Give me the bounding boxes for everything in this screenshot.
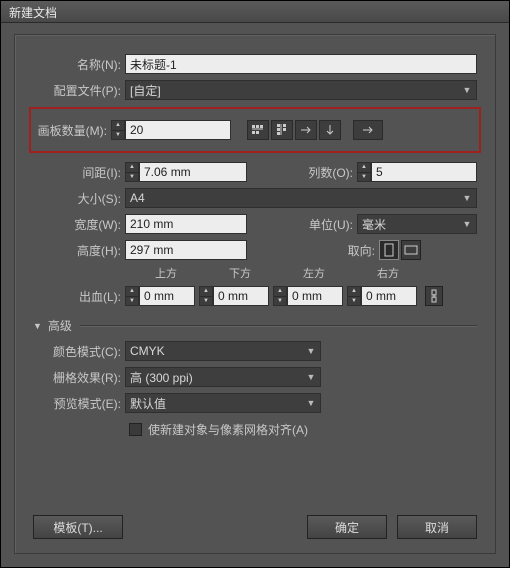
align-label: 使新建对象与像素网格对齐(A) bbox=[148, 421, 312, 438]
disclosure-triangle-icon[interactable]: ▼ bbox=[33, 321, 42, 331]
spacing-input[interactable] bbox=[139, 162, 247, 182]
spacing-spinner[interactable]: ▲▼ bbox=[125, 162, 139, 182]
colormode-value: CMYK bbox=[130, 344, 165, 358]
bleed-right-spinner[interactable]: ▲▼ bbox=[347, 286, 361, 306]
divider-line bbox=[80, 325, 477, 326]
orient-label: 取向: bbox=[247, 242, 379, 259]
chevron-down-icon: ▼ bbox=[304, 372, 318, 382]
template-button[interactable]: 模板(T)... bbox=[33, 515, 123, 539]
cancel-button[interactable]: 取消 bbox=[397, 515, 477, 539]
size-value: A4 bbox=[130, 191, 145, 205]
name-label: 名称(N): bbox=[33, 56, 125, 73]
size-label: 大小(S): bbox=[33, 190, 125, 207]
bleed-left-input[interactable] bbox=[287, 286, 343, 306]
preview-value: 默认值 bbox=[130, 395, 166, 412]
profile-label: 配置文件(P): bbox=[33, 82, 125, 99]
size-select[interactable]: A4 ▼ bbox=[125, 188, 477, 208]
spacing-label: 间距(I): bbox=[33, 164, 125, 181]
chevron-down-icon: ▼ bbox=[304, 346, 318, 356]
titlebar: 新建文档 bbox=[1, 1, 509, 23]
chevron-down-icon: ▼ bbox=[304, 398, 318, 408]
chevron-down-icon: ▼ bbox=[460, 85, 474, 95]
artboards-label: 画板数量(M): bbox=[37, 122, 111, 139]
link-icon[interactable] bbox=[425, 286, 443, 306]
artboard-highlight: 画板数量(M): ▲▼ bbox=[29, 107, 481, 153]
raster-select[interactable]: 高 (300 ppi) ▼ bbox=[125, 367, 321, 387]
bleed-bottom-label: 下方 bbox=[203, 265, 277, 281]
raster-label: 栅格效果(R): bbox=[33, 369, 125, 386]
bleed-left-label: 左方 bbox=[277, 265, 351, 281]
columns-spinner[interactable]: ▲▼ bbox=[357, 162, 371, 182]
profile-value: [自定] bbox=[130, 82, 161, 99]
name-input[interactable] bbox=[125, 54, 477, 74]
ok-button[interactable]: 确定 bbox=[307, 515, 387, 539]
align-checkbox[interactable] bbox=[129, 423, 142, 436]
orient-landscape[interactable] bbox=[401, 240, 421, 260]
chevron-down-icon: ▼ bbox=[460, 193, 474, 203]
bleed-top-label: 上方 bbox=[129, 265, 203, 281]
bleed-right-label: 右方 bbox=[351, 265, 425, 281]
artboards-input[interactable] bbox=[125, 120, 231, 140]
columns-label: 列数(O): bbox=[247, 164, 357, 181]
bleed-top-input[interactable] bbox=[139, 286, 195, 306]
units-select[interactable]: 毫米 ▼ bbox=[357, 214, 477, 234]
colormode-select[interactable]: CMYK ▼ bbox=[125, 341, 321, 361]
bleed-left-spinner[interactable]: ▲▼ bbox=[273, 286, 287, 306]
grid-by-row-icon[interactable] bbox=[247, 120, 269, 140]
height-label: 高度(H): bbox=[33, 242, 125, 259]
arrow-right-icon[interactable] bbox=[353, 120, 383, 140]
height-input[interactable] bbox=[125, 240, 247, 260]
artboards-spinner[interactable]: ▲▼ bbox=[111, 120, 125, 140]
orient-portrait[interactable] bbox=[379, 240, 399, 260]
colormode-label: 颜色模式(C): bbox=[33, 343, 125, 360]
advanced-label: 高级 bbox=[48, 317, 72, 334]
bleed-top-spinner[interactable]: ▲▼ bbox=[125, 286, 139, 306]
arrange-right-icon[interactable] bbox=[295, 120, 317, 140]
bleed-right-input[interactable] bbox=[361, 286, 417, 306]
dialog-panel: 名称(N): 配置文件(P): [自定] ▼ 画板数量(M): ▲▼ bbox=[14, 34, 496, 554]
raster-value: 高 (300 ppi) bbox=[130, 369, 193, 386]
bleed-bottom-input[interactable] bbox=[213, 286, 269, 306]
units-value: 毫米 bbox=[362, 216, 386, 233]
arrange-down-icon[interactable] bbox=[319, 120, 341, 140]
bleed-bottom-spinner[interactable]: ▲▼ bbox=[199, 286, 213, 306]
profile-select[interactable]: [自定] ▼ bbox=[125, 80, 477, 100]
bleed-label: 出血(L): bbox=[33, 288, 125, 305]
grid-by-column-icon[interactable] bbox=[271, 120, 293, 140]
width-input[interactable] bbox=[125, 214, 247, 234]
width-label: 宽度(W): bbox=[33, 216, 125, 233]
columns-input[interactable] bbox=[371, 162, 477, 182]
chevron-down-icon: ▼ bbox=[460, 219, 474, 229]
units-label: 单位(U): bbox=[247, 216, 357, 233]
preview-select[interactable]: 默认值 ▼ bbox=[125, 393, 321, 413]
preview-label: 预览模式(E): bbox=[33, 395, 125, 412]
